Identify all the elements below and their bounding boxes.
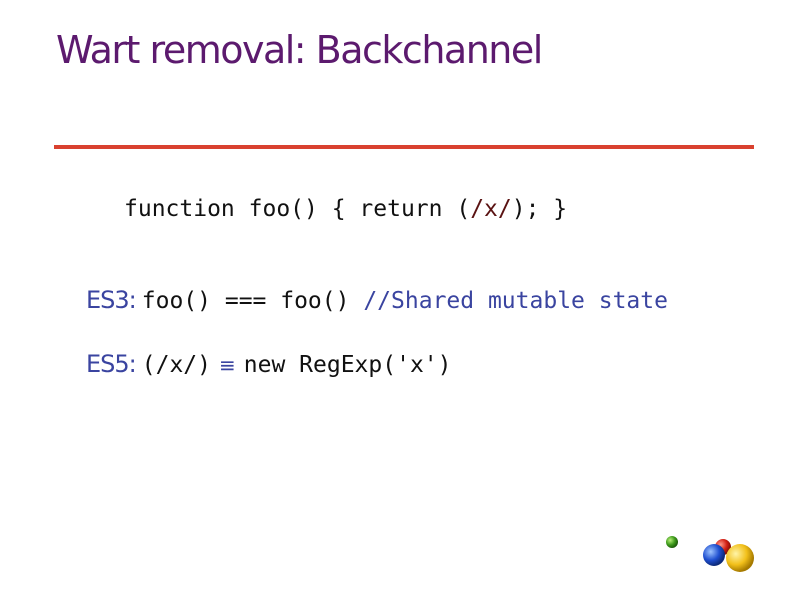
es5-row: ES5: (/x/) ≡ new RegExp('x') [86,350,452,378]
slide: Wart removal: Backchannel function foo()… [0,0,800,600]
google-balls-logo-icon [666,536,754,572]
slide-title: Wart removal: Backchannel [56,28,543,72]
es3-row: ES3: foo() === foo() //Shared mutable sta… [86,286,668,314]
code-pre: function foo() { return ( [124,196,471,222]
yellow-ball-icon [726,544,754,572]
es3-code: foo() === foo() [141,288,364,314]
code-regex-literal: /x/ [470,196,512,222]
equivalence-symbol: ≡ [219,353,236,377]
es5-label: ES5: [86,350,137,378]
title-divider [54,145,754,149]
es5-rhs: new RegExp('x') [243,352,452,378]
green-ball-icon [666,536,678,548]
code-example: function foo() { return (/x/); } [124,196,567,222]
blue-ball-icon [703,544,725,566]
code-post: ); } [511,196,568,222]
es3-label: ES3: [86,286,137,314]
es5-lhs: (/x/) [141,352,212,378]
es3-comment: //Shared mutable state [363,288,668,314]
